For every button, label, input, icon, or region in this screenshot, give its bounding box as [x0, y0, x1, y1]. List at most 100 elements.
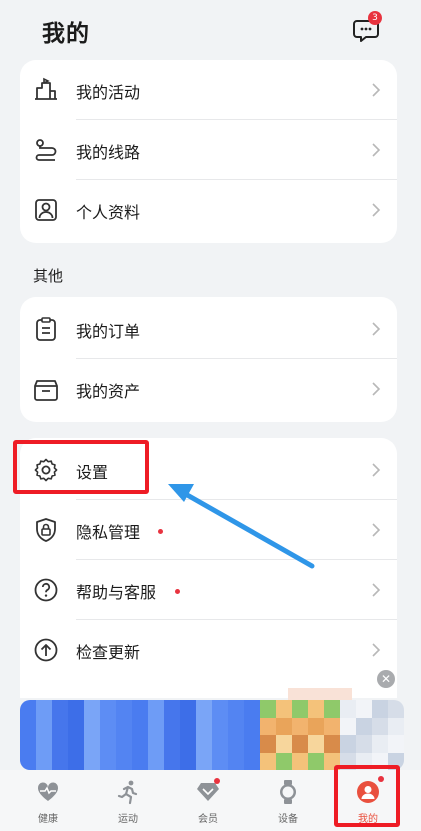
watch-icon	[280, 780, 296, 804]
ad-mosaic-tile	[244, 735, 260, 753]
ad-mosaic-tile	[228, 717, 244, 735]
ad-mosaic-tile	[228, 752, 244, 770]
ad-mosaic-tile	[356, 717, 372, 735]
ad-mosaic-tile	[292, 700, 308, 718]
tab-label: 运动	[118, 814, 138, 825]
ad-mosaic-tile	[116, 735, 132, 753]
ad-mosaic-tile	[84, 735, 100, 753]
ad-mosaic-tile	[260, 717, 276, 735]
ad-mosaic-tile	[52, 752, 68, 770]
ad-mosaic-tile	[244, 700, 260, 718]
ad-mosaic-tile	[228, 735, 244, 753]
ad-mosaic-tile	[100, 700, 116, 718]
ad-mosaic-tile	[148, 700, 164, 718]
ad-mosaic-tile	[84, 752, 100, 770]
ad-mosaic-tile	[84, 717, 100, 735]
ad-mosaic-tile	[324, 735, 340, 753]
ad-mosaic-tile	[148, 717, 164, 735]
ad-mosaic-tile	[68, 735, 84, 753]
ad-mosaic-tile	[68, 700, 84, 718]
ad-mosaic-tile	[20, 717, 36, 735]
ad-mosaic-tile	[244, 717, 260, 735]
ad-mosaic-tile	[276, 717, 292, 735]
ad-mosaic-tile	[20, 752, 36, 770]
ad-mosaic-tile	[100, 717, 116, 735]
ad-mosaic-tile	[68, 752, 84, 770]
tab-label: 设备	[278, 814, 298, 825]
ad-mosaic-tile	[36, 717, 52, 735]
ad-mosaic-tile	[164, 700, 180, 718]
ad-mosaic-tile	[132, 717, 148, 735]
ad-mosaic-tile	[308, 700, 324, 718]
ad-mosaic-tile	[260, 700, 276, 718]
tab-exercise[interactable]: 运动	[88, 770, 168, 831]
ad-mosaic-tile	[372, 735, 388, 753]
ad-mosaic-tile	[180, 700, 196, 718]
ad-mosaic-tile	[36, 735, 52, 753]
ad-mosaic-tile	[180, 752, 196, 770]
ad-mosaic-tile	[388, 717, 404, 735]
ad-mosaic-tile	[388, 735, 404, 753]
tab-health[interactable]: 健康	[8, 770, 88, 831]
ad-mosaic-tile	[388, 700, 404, 718]
notification-dot	[214, 778, 220, 784]
ad-mosaic-tile	[308, 717, 324, 735]
ad-mosaic-tile	[292, 735, 308, 753]
ad-mosaic-tile	[324, 717, 340, 735]
ad-banner[interactable]	[20, 700, 404, 770]
ad-mosaic-tile	[116, 700, 132, 718]
ad-mosaic-tile	[340, 735, 356, 753]
ad-mosaic-tile	[292, 752, 308, 770]
tab-label: 健康	[38, 814, 58, 825]
ad-close-icon[interactable]: ✕	[377, 670, 395, 688]
ad-mosaic-tile	[212, 700, 228, 718]
ad-mosaic-tile	[196, 700, 212, 718]
ad-mosaic-tile	[372, 700, 388, 718]
tab-devices[interactable]: 设备	[248, 770, 328, 831]
tab-membership[interactable]: 会员	[168, 770, 248, 831]
ad-mosaic-tile	[132, 735, 148, 753]
runner-icon	[117, 780, 138, 805]
ad-mosaic-tile	[148, 735, 164, 753]
ad-mosaic-tile	[132, 752, 148, 770]
ad-mosaic-tile	[308, 735, 324, 753]
ad-mosaic-tile	[228, 700, 244, 718]
ad-mosaic-tile	[372, 717, 388, 735]
ad-mosaic-tile	[164, 752, 180, 770]
ad-mosaic-tile	[116, 752, 132, 770]
ad-mosaic-tile	[260, 735, 276, 753]
ad-mosaic-tile	[148, 752, 164, 770]
ad-mosaic-tile	[324, 700, 340, 718]
ad-mosaic-tile	[52, 717, 68, 735]
ad-mosaic-tile	[196, 752, 212, 770]
ad-mosaic-tile	[260, 752, 276, 770]
tab-me-highlight-box	[334, 765, 400, 827]
ad-mosaic-tile	[276, 752, 292, 770]
ad-mosaic-tile	[164, 717, 180, 735]
ad-mosaic-tile	[36, 700, 52, 718]
ad-mosaic-tile	[212, 717, 228, 735]
ad-mosaic-tile	[132, 700, 148, 718]
ad-mosaic-tile	[292, 717, 308, 735]
ad-mosaic-tile	[180, 717, 196, 735]
ad-mosaic-tile	[212, 752, 228, 770]
ad-mosaic-tile	[340, 717, 356, 735]
tab-label: 会员	[198, 814, 218, 825]
ad-mosaic-tile	[276, 700, 292, 718]
ad-mosaic-tile	[276, 735, 292, 753]
ad-mosaic-tile	[20, 735, 36, 753]
ad-mosaic-tile	[180, 735, 196, 753]
heart-pulse-icon	[37, 782, 59, 801]
ad-mosaic-tile	[196, 717, 212, 735]
ad-mosaic-tile	[356, 700, 372, 718]
ad-mosaic-tile	[340, 700, 356, 718]
ad-mosaic-tile	[196, 735, 212, 753]
ad-mosaic-tile	[52, 700, 68, 718]
ad-mosaic-tile	[100, 752, 116, 770]
ad-mosaic-tile	[244, 752, 260, 770]
ad-mosaic-tile	[36, 752, 52, 770]
ad-mosaic-tile	[212, 735, 228, 753]
ad-mosaic-tile	[68, 717, 84, 735]
ad-mosaic-tile	[116, 717, 132, 735]
ad-mosaic-tile	[52, 735, 68, 753]
